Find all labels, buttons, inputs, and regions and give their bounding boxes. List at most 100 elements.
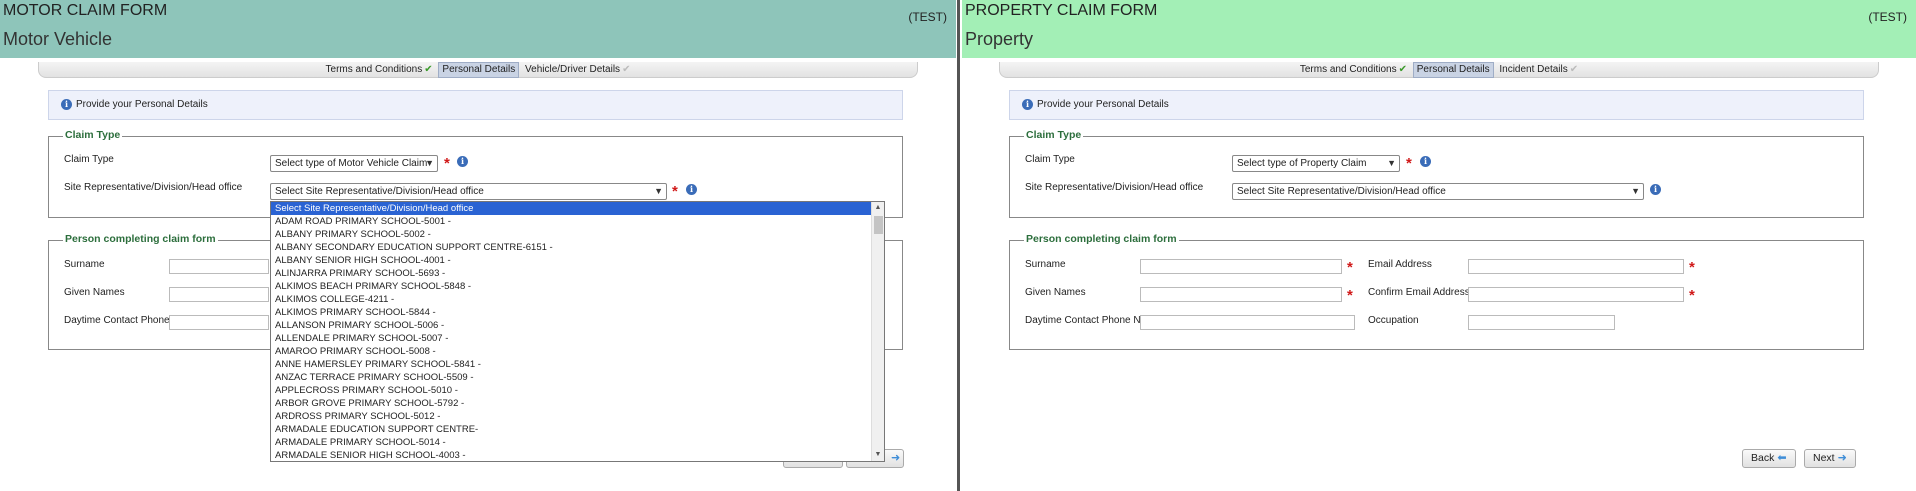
occupation-label: Occupation	[1368, 315, 1419, 326]
select-value: Select Site Representative/Division/Head…	[1237, 186, 1446, 197]
dropdown-option[interactable]: ADAM ROAD PRIMARY SCHOOL-5001 -	[271, 215, 884, 228]
step-terms[interactable]: Terms and Conditions ✔	[1297, 63, 1410, 77]
confirm-email-input[interactable]	[1468, 287, 1684, 302]
test-badge: (TEST)	[908, 10, 947, 24]
page-title: MOTOR CLAIM FORM	[3, 2, 168, 19]
scroll-up-icon[interactable]: ▲	[872, 202, 884, 214]
site-dropdown-list[interactable]: Select Site Representative/Division/Head…	[270, 201, 885, 462]
required-asterisk: *	[1347, 287, 1353, 304]
given-names-input[interactable]	[169, 287, 269, 302]
surname-label: Surname	[64, 259, 105, 270]
checkmark-icon: ✔	[622, 64, 631, 75]
phone-input[interactable]	[169, 315, 269, 330]
dropdown-option[interactable]: APPLECROSS PRIMARY SCHOOL-5010 -	[271, 384, 884, 397]
phone-input[interactable]	[1140, 315, 1355, 330]
dropdown-option[interactable]: ARDROSS PRIMARY SCHOOL-5012 -	[271, 410, 884, 423]
dropdown-option[interactable]: ALINJARRA PRIMARY SCHOOL-5693 -	[271, 267, 884, 280]
given-names-label: Given Names	[64, 287, 125, 298]
chevron-down-icon: ▼	[654, 186, 663, 196]
step-terms[interactable]: Terms and Conditions ✔	[323, 63, 436, 77]
help-icon[interactable]: i	[457, 156, 468, 167]
occupation-input[interactable]	[1468, 315, 1615, 330]
checkmark-icon: ✔	[1398, 64, 1407, 75]
wizard-steps: Terms and Conditions ✔ Personal Details I…	[999, 62, 1879, 78]
chevron-down-icon: ▼	[1387, 158, 1396, 168]
dropdown-option[interactable]: ALKIMOS PRIMARY SCHOOL-5844 -	[271, 306, 884, 319]
next-button[interactable]: Next ➜	[1804, 449, 1856, 468]
info-text: Provide your Personal Details	[76, 99, 208, 110]
section-legend: Person completing claim form	[63, 233, 218, 245]
dropdown-option[interactable]: ALKIMOS COLLEGE-4211 -	[271, 293, 884, 306]
dropdown-option[interactable]: ARMADALE PRIMARY SCHOOL-5014 -	[271, 436, 884, 449]
site-select[interactable]: Select Site Representative/Division/Head…	[270, 183, 667, 200]
dropdown-option[interactable]: ARMADALE EDUCATION SUPPORT CENTRE-	[271, 423, 884, 436]
section-legend: Claim Type	[63, 129, 123, 141]
step-personal-details[interactable]: Personal Details	[438, 62, 520, 78]
surname-input[interactable]	[1140, 259, 1342, 274]
dropdown-option[interactable]: ALLANSON PRIMARY SCHOOL-5006 -	[271, 319, 884, 332]
site-select[interactable]: Select Site Representative/Division/Head…	[1232, 183, 1644, 200]
test-badge: (TEST)	[1868, 10, 1907, 24]
dropdown-option[interactable]: ANNE HAMERSLEY PRIMARY SCHOOL-5841 -	[271, 358, 884, 371]
dropdown-option[interactable]: AMAROO PRIMARY SCHOOL-5008 -	[271, 345, 884, 358]
motor-claim-panel: MOTOR CLAIM FORM Motor Vehicle (TEST) Te…	[0, 0, 956, 491]
button-label: Back	[1751, 452, 1775, 464]
help-icon[interactable]: i	[1420, 156, 1431, 167]
step-incident-details[interactable]: Incident Details ✔	[1496, 63, 1581, 77]
claim-type-label: Claim Type	[1025, 154, 1075, 165]
dropdown-option[interactable]: ALBANY SENIOR HIGH SCHOOL-4001 -	[271, 254, 884, 267]
dropdown-option[interactable]: ALLENDALE PRIMARY SCHOOL-5007 -	[271, 332, 884, 345]
dropdown-scrollbar[interactable]: ▲ ▼	[871, 202, 884, 461]
confirm-email-label: Confirm Email Address	[1368, 287, 1470, 298]
dropdown-option[interactable]: ARMADALE SENIOR HIGH SCHOOL-4003 -	[271, 449, 884, 461]
email-input[interactable]	[1468, 259, 1684, 274]
property-header: PROPERTY CLAIM FORM Property (TEST)	[962, 0, 1916, 58]
site-label: Site Representative/Division/Head office	[1025, 182, 1204, 193]
page-subtitle: Property	[965, 29, 1034, 49]
surname-label: Surname	[1025, 259, 1066, 270]
info-text: Provide your Personal Details	[1037, 99, 1169, 110]
dropdown-option[interactable]: ALBANY SECONDARY EDUCATION SUPPORT CENTR…	[271, 241, 884, 254]
claim-type-section: Claim Type Claim Type Select type of Pro…	[1009, 129, 1864, 218]
dropdown-option[interactable]: Select Site Representative/Division/Head…	[271, 202, 884, 215]
surname-input[interactable]	[169, 259, 269, 274]
dropdown-option[interactable]: ANZAC TERRACE PRIMARY SCHOOL-5509 -	[271, 371, 884, 384]
step-personal-details[interactable]: Personal Details	[1412, 62, 1494, 78]
info-banner: i Provide your Personal Details	[48, 90, 903, 120]
given-names-input[interactable]	[1140, 287, 1342, 302]
step-vehicle-driver[interactable]: Vehicle/Driver Details ✔	[522, 63, 633, 77]
help-icon[interactable]: i	[686, 184, 697, 195]
select-value: Select Site Representative/Division/Head…	[275, 186, 484, 197]
dropdown-items: Select Site Representative/Division/Head…	[271, 202, 884, 461]
info-icon: i	[1022, 98, 1033, 110]
motor-header: MOTOR CLAIM FORM Motor Vehicle (TEST)	[0, 0, 956, 58]
wizard-steps: Terms and Conditions ✔ Personal Details V…	[38, 62, 918, 78]
help-icon[interactable]: i	[1650, 184, 1661, 195]
section-legend: Person completing claim form	[1024, 233, 1179, 245]
page-title: PROPERTY CLAIM FORM	[965, 2, 1158, 19]
given-names-label: Given Names	[1025, 287, 1086, 298]
button-label: Next	[1813, 452, 1835, 464]
dropdown-option[interactable]: ALKIMOS BEACH PRIMARY SCHOOL-5848 -	[271, 280, 884, 293]
info-icon: i	[61, 98, 72, 110]
phone-label: Daytime Contact Phone No	[64, 315, 186, 326]
claim-type-select[interactable]: Select type of Property Claim ▼	[1232, 155, 1400, 172]
required-asterisk: *	[672, 183, 678, 200]
email-label: Email Address	[1368, 259, 1432, 270]
arrow-right-icon: ➜	[1837, 452, 1847, 464]
scroll-down-icon[interactable]: ▼	[872, 449, 884, 461]
step-label: Terms and Conditions	[325, 64, 423, 75]
step-label: Terms and Conditions	[1299, 64, 1397, 75]
required-asterisk: *	[1347, 259, 1353, 276]
step-label: Personal Details	[1416, 64, 1490, 75]
person-section: Person completing claim form Surname * G…	[1009, 233, 1864, 350]
chevron-down-icon: ▼	[1631, 186, 1640, 196]
claim-type-select[interactable]: Select type of Motor Vehicle Claim ▼	[270, 155, 438, 172]
checkmark-icon: ✔	[1569, 64, 1579, 75]
section-legend: Claim Type	[1024, 129, 1084, 141]
dropdown-option[interactable]: ARBOR GROVE PRIMARY SCHOOL-5792 -	[271, 397, 884, 410]
claim-type-label: Claim Type	[64, 154, 114, 165]
scroll-thumb[interactable]	[874, 216, 883, 234]
back-button[interactable]: Back ⬅	[1742, 449, 1796, 468]
dropdown-option[interactable]: ALBANY PRIMARY SCHOOL-5002 -	[271, 228, 884, 241]
